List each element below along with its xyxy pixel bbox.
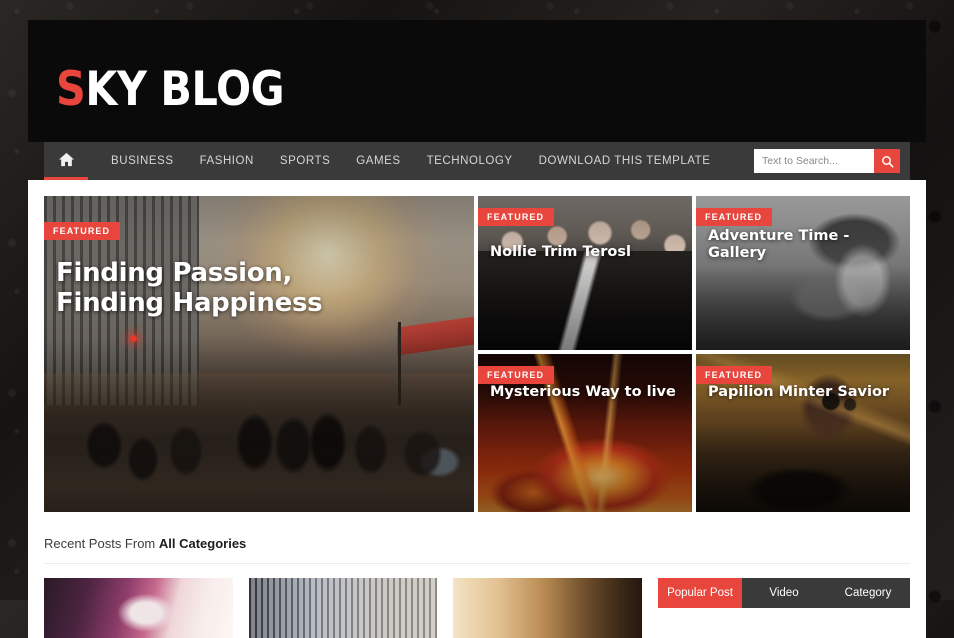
site-header: SKY BLOG (28, 20, 926, 142)
featured-tile-mysterious[interactable]: FEATURED Mysterious Way to live (477, 354, 692, 512)
featured-badge: FEATURED (44, 222, 121, 240)
featured-tile-nollie-title: Nollie Trim Terosl (489, 244, 631, 260)
post-thumbnail (248, 578, 438, 638)
featured-tile-nollie[interactable]: FEATURED Nollie Trim Terosl (477, 196, 692, 350)
featured-tile-papilion-title: Papilion Minter Savior (707, 384, 890, 400)
featured-badge: FEATURED (695, 366, 773, 384)
lower-section: Popular Post Video Category (44, 564, 910, 638)
content-area: FEATURED Finding Passion, Finding Happin… (28, 180, 926, 638)
featured-badge: FEATURED (477, 366, 555, 384)
sidebar: Popular Post Video Category (658, 578, 910, 638)
logo-accent-letter: S (56, 62, 86, 117)
post-thumbnail-image (453, 578, 643, 638)
search-icon (881, 155, 894, 168)
featured-main-title-line2: Finding Happiness (56, 288, 323, 319)
sidebar-tab-popular-post[interactable]: Popular Post (658, 578, 742, 608)
adventure-title-line1: Adventure Time - (707, 228, 850, 244)
post-card[interactable] (44, 578, 233, 638)
sidebar-tabs: Popular Post Video Category (658, 578, 910, 608)
nav-item-sports[interactable]: SPORTS (267, 142, 343, 180)
nav-item-home[interactable] (44, 142, 88, 180)
recent-posts-prefix: Recent Posts From (44, 536, 159, 551)
featured-main-title: Finding Passion, Finding Happiness (56, 258, 323, 319)
search-input[interactable] (754, 149, 874, 173)
sidebar-tab-category[interactable]: Category (826, 578, 910, 608)
search-button[interactable] (874, 149, 900, 173)
nav-links: BUSINESS FASHION SPORTS GAMES TECHNOLOGY… (88, 142, 754, 180)
search-box (754, 149, 900, 173)
nav-item-technology[interactable]: TECHNOLOGY (414, 142, 526, 180)
recent-posts-category: All Categories (158, 536, 247, 551)
page-container: SKY BLOG BUSINESS FASHION SPORTS GAMES T… (28, 20, 926, 638)
home-icon (58, 152, 74, 167)
logo-rest-text: KY BLOG (85, 62, 285, 117)
recent-posts-list (44, 578, 643, 638)
featured-tile-main[interactable]: FEATURED Finding Passion, Finding Happin… (44, 196, 474, 512)
featured-tile-adventure-title: Adventure Time - Gallery (708, 228, 849, 262)
featured-main-title-line1: Finding Passion, (56, 258, 293, 288)
post-card[interactable] (248, 578, 438, 638)
nav-item-download-template[interactable]: DOWNLOAD THIS TEMPLATE (526, 142, 724, 180)
featured-badge: FEATURED (695, 208, 773, 226)
nav-item-business[interactable]: BUSINESS (98, 142, 187, 180)
featured-tile-mysterious-title: Mysterious Way to live (489, 384, 676, 400)
featured-tile-adventure[interactable]: FEATURED Adventure Time - Gallery (695, 196, 910, 350)
featured-badge: FEATURED (477, 208, 555, 226)
post-thumbnail-image (248, 578, 438, 638)
post-thumbnail (44, 578, 233, 638)
site-logo[interactable]: SKY BLOG (56, 66, 285, 113)
nav-item-games[interactable]: GAMES (343, 142, 413, 180)
adventure-title-line2: Gallery (707, 244, 767, 261)
featured-tile-papilion[interactable]: FEATURED Papilion Minter Savior (695, 354, 910, 512)
post-card[interactable] (453, 578, 643, 638)
nav-item-fashion[interactable]: FASHION (187, 142, 267, 180)
sidebar-tab-video[interactable]: Video (742, 578, 826, 608)
featured-posts-grid: FEATURED Finding Passion, Finding Happin… (44, 180, 910, 512)
main-navigation: BUSINESS FASHION SPORTS GAMES TECHNOLOGY… (44, 142, 910, 180)
post-thumbnail-image (44, 578, 233, 638)
featured-middle-column: FEATURED Nollie Trim Terosl FEATURED Mys… (477, 196, 692, 512)
post-thumbnail (453, 578, 643, 638)
featured-main-column: FEATURED Finding Passion, Finding Happin… (44, 196, 474, 512)
featured-right-column: FEATURED Adventure Time - Gallery FEATUR… (695, 196, 910, 512)
image-overlay (44, 196, 474, 512)
recent-posts-heading: Recent Posts From All Categories (44, 512, 910, 564)
